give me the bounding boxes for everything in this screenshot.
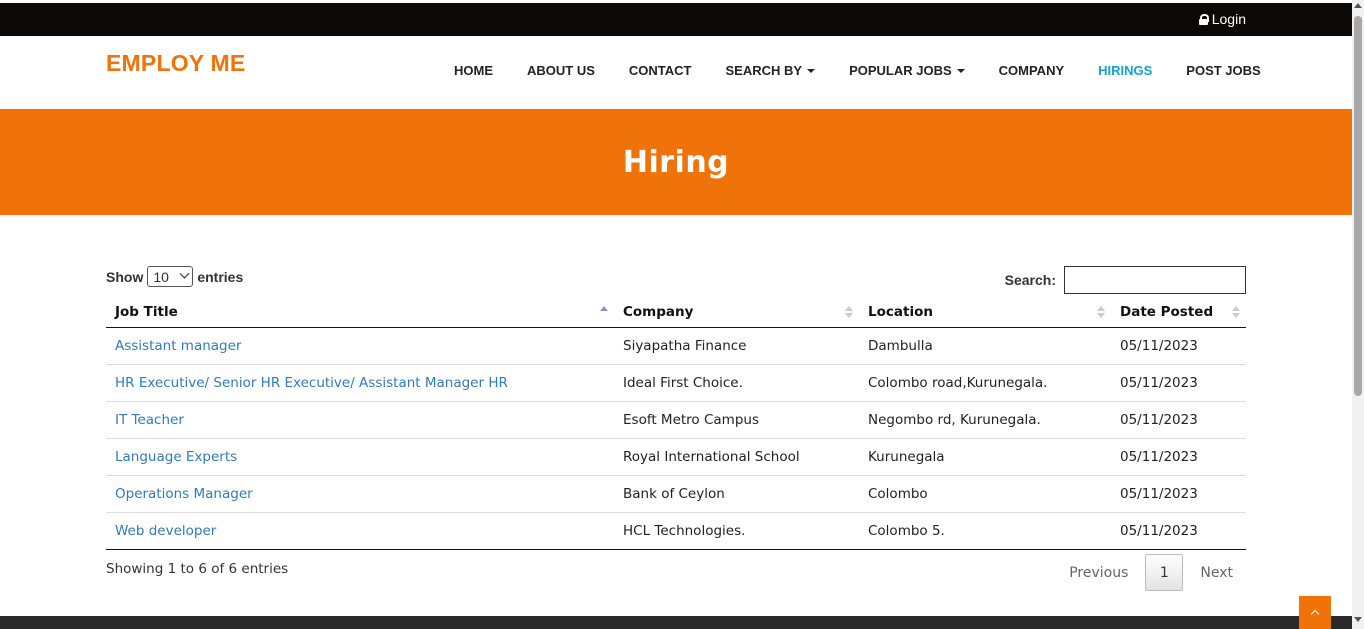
previous-button[interactable]: Previous — [1056, 554, 1141, 591]
show-label: Show — [106, 268, 144, 285]
nav-item-post-jobs[interactable]: POST JOBS — [1169, 63, 1277, 78]
page-title: Hiring — [622, 144, 730, 180]
scroll-down-arrow-icon[interactable] — [1354, 617, 1362, 622]
column-header-label: Date Posted — [1120, 303, 1214, 320]
table-controls: Show 10 entries Search: — [106, 266, 1246, 294]
footer-strip — [0, 616, 1352, 629]
nav-item-hirings[interactable]: HIRINGS — [1081, 63, 1169, 78]
page-scrollbar[interactable] — [1352, 0, 1364, 629]
nav-item-label: HOME — [454, 63, 493, 78]
job-title-link[interactable]: IT Teacher — [106, 400, 614, 438]
entries-select-value: 10 — [153, 268, 169, 285]
table-info: Showing 1 to 6 of 6 entries — [106, 561, 289, 577]
column-header-company[interactable]: Company — [614, 297, 859, 328]
table-body: Assistant manager Siyapatha Finance Dambul… — [106, 327, 1246, 550]
nav-item-home[interactable]: HOME — [437, 63, 510, 78]
sort-icon — [845, 306, 853, 320]
nav-item-label: SEARCH BY — [725, 63, 803, 78]
nav-item-about-us[interactable]: ABOUT US — [510, 63, 612, 78]
top-bar: Login — [0, 3, 1352, 36]
pagination: Previous 1 Next — [1056, 554, 1246, 591]
location-cell: Colombo 5. — [859, 511, 1111, 550]
back-to-top-button[interactable] — [1299, 596, 1331, 629]
brand-logo[interactable]: EMPLOY ME — [106, 50, 245, 77]
location-cell: Dambulla — [868, 337, 933, 354]
column-header-label: Company — [623, 303, 694, 320]
company-cell: HCL Technologies. — [614, 511, 859, 550]
sort-icon — [1232, 306, 1240, 320]
main-nav: HOME ABOUT US CONTACT SEARCH BY POPULAR JOBS… — [437, 63, 1278, 78]
chevron-up-icon — [1310, 609, 1320, 619]
caret-down-icon — [956, 68, 965, 73]
entries-label: entries — [197, 268, 244, 285]
nav-item-label: COMPANY — [998, 63, 1065, 78]
caret-down-icon — [807, 68, 816, 73]
table-row: Operations Manager Bank of Ceylon Colombo 0… — [106, 474, 1246, 512]
table-row: IT Teacher Esoft Metro Campus Negombo rd, … — [106, 400, 1246, 438]
date-posted-cell: 05/11/2023 — [1111, 437, 1246, 475]
company-cell: Ideal First Choice. — [614, 363, 859, 401]
job-title-link[interactable]: HR Executive/ Senior HR Executive/ Assis… — [106, 363, 614, 401]
hero-banner: Hiring — [0, 109, 1352, 215]
nav-item-label: ABOUT US — [527, 63, 595, 78]
sort-icon — [1097, 306, 1105, 320]
search-label: Search: — [1004, 272, 1056, 288]
table-row: Assistant manager Siyapatha Finance Dambul… — [106, 327, 1246, 364]
nav-item-label: CONTACT — [628, 63, 692, 78]
column-header-label: Location — [868, 303, 933, 320]
chevron-down-icon — [179, 268, 190, 279]
job-title-link[interactable]: Web developer — [106, 511, 614, 550]
next-button[interactable]: Next — [1187, 554, 1246, 591]
date-posted-cell: 05/11/2023 — [1120, 337, 1198, 354]
date-posted-cell: 05/11/2023 — [1111, 474, 1246, 512]
job-title-link[interactable]: Assistant manager — [106, 327, 614, 364]
column-header-location[interactable]: Location — [859, 297, 1111, 328]
login-label: Login — [1211, 11, 1246, 27]
table-row: Language Experts Royal International Scho… — [106, 437, 1246, 475]
column-header-date-posted[interactable]: Date Posted — [1111, 297, 1246, 328]
company-cell: Bank of Ceylon — [614, 474, 859, 512]
entries-select[interactable]: 10 — [147, 266, 194, 287]
company-cell: Royal International School — [614, 437, 859, 475]
nav-item-company[interactable]: COMPANY — [982, 63, 1081, 78]
job-title-link[interactable]: Language Experts — [106, 437, 614, 475]
location-cell: Negombo rd, Kurunegala. — [859, 400, 1111, 438]
table-header-row: Job Title Company Location Date Posted — [106, 297, 1246, 328]
company-cell: Esoft Metro Campus — [614, 400, 859, 438]
sort-icon — [600, 306, 608, 320]
nav-item-search-by[interactable]: SEARCH BY — [708, 63, 832, 78]
column-header-label: Job Title — [115, 303, 178, 320]
search-input[interactable] — [1064, 266, 1246, 294]
date-posted-cell: 05/11/2023 — [1111, 363, 1246, 401]
date-posted-cell: 05/11/2023 — [1111, 511, 1246, 550]
date-posted-cell: 05/11/2023 — [1111, 400, 1246, 438]
location-cell: Colombo — [859, 474, 1111, 512]
entries-length-control: Show 10 entries — [106, 266, 243, 287]
navbar: EMPLOY ME HOME ABOUT US CONTACT SEARCH BY PO… — [0, 36, 1352, 109]
table-row: Web developer HCL Technologies. Colombo 5.… — [106, 511, 1246, 550]
lock-icon — [1198, 13, 1209, 25]
nav-item-label: POST JOBS — [1186, 63, 1261, 78]
scrollbar-thumb[interactable] — [1354, 16, 1362, 396]
company-cell: Siyapatha Finance — [623, 337, 747, 354]
job-title-link[interactable]: Operations Manager — [106, 474, 614, 512]
nav-item-popular-jobs[interactable]: POPULAR JOBS — [832, 63, 982, 78]
login-link[interactable]: Login — [1198, 11, 1246, 27]
column-header-job-title[interactable]: Job Title — [106, 297, 614, 328]
hirings-table: Job Title Company Location Date Posted Assi… — [106, 297, 1246, 550]
nav-item-contact[interactable]: CONTACT — [612, 63, 709, 78]
scroll-up-arrow-icon[interactable] — [1354, 3, 1362, 8]
table-search: Search: — [1005, 266, 1246, 294]
location-cell: Kurunegala — [859, 437, 1111, 475]
table-row: HR Executive/ Senior HR Executive/ Assis… — [106, 363, 1246, 401]
location-cell: Colombo road,Kurunegala. — [859, 363, 1111, 401]
nav-item-label: POPULAR JOBS — [849, 63, 952, 78]
page-1-button[interactable]: 1 — [1145, 554, 1184, 591]
nav-item-label: HIRINGS — [1098, 63, 1153, 78]
